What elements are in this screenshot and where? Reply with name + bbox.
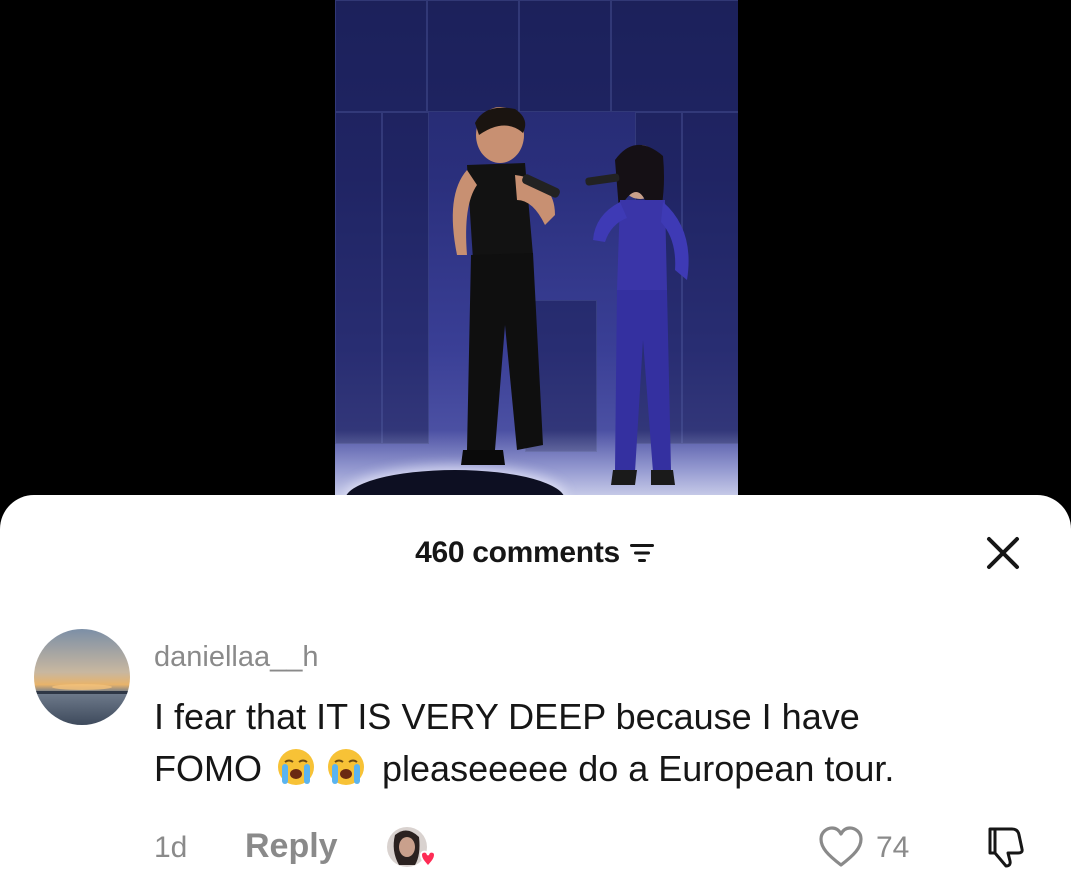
loudly-crying-face-emoji xyxy=(278,749,314,785)
thumbs-down-icon[interactable] xyxy=(982,823,1028,869)
stage-panel xyxy=(427,0,519,112)
comments-header: 460 comments xyxy=(0,533,1071,573)
stage-panel xyxy=(611,0,738,112)
male-singer xyxy=(452,107,560,465)
comment-text: I fear that IT IS VERY DEEP because I ha… xyxy=(154,691,1034,795)
filter-icon[interactable] xyxy=(628,542,656,564)
like-count: 74 xyxy=(876,831,910,864)
close-icon[interactable] xyxy=(985,535,1021,571)
comment-timestamp: 1d xyxy=(154,831,188,864)
comment-line-2-end: pleaseeeee do a European tour. xyxy=(382,748,895,789)
loudly-crying-face-emoji xyxy=(328,749,364,785)
stage-panel xyxy=(335,0,427,112)
heart-outline-icon[interactable] xyxy=(818,825,864,869)
stage-panel xyxy=(335,112,382,444)
stage-panel xyxy=(519,0,611,112)
creator-liked-badge xyxy=(387,827,435,868)
female-singer xyxy=(585,144,689,485)
comment-line-2-start: FOMO xyxy=(154,748,262,789)
avatar[interactable] xyxy=(34,629,130,725)
comments-count: 460 comments xyxy=(415,536,620,569)
comments-sheet: 460 comments daniellaa__h I fear that IT… xyxy=(0,495,1071,891)
comment-username[interactable]: daniellaa__h xyxy=(154,641,318,674)
comment-line-1: I fear that IT IS VERY DEEP because I ha… xyxy=(154,696,860,737)
reply-button[interactable]: Reply xyxy=(245,827,338,866)
video-frame[interactable] xyxy=(335,0,738,500)
